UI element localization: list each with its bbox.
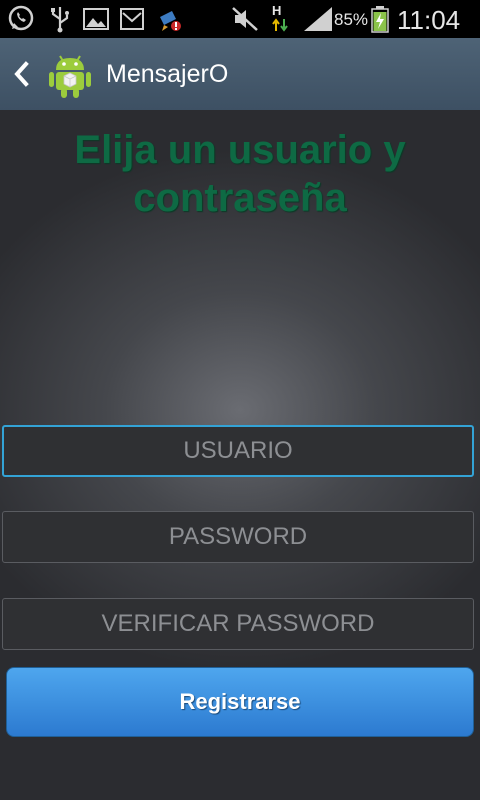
battery-charging-icon <box>371 6 389 33</box>
usb-icon <box>51 7 69 33</box>
signal-icon <box>304 7 332 31</box>
gallery-icon <box>83 8 109 30</box>
data-arrows-icon <box>272 18 288 32</box>
back-arrow-icon[interactable] <box>12 60 30 88</box>
form-heading: Elija un usuario y contraseña <box>74 128 406 220</box>
cleaner-icon <box>160 11 181 31</box>
verify-password-input[interactable] <box>2 598 474 650</box>
android-logo-icon[interactable] <box>46 50 94 100</box>
network-h-icon: H <box>272 3 282 18</box>
action-bar: MensajerO <box>0 38 480 112</box>
app-title: MensajerO <box>106 60 229 88</box>
password-input[interactable] <box>2 511 474 563</box>
username-input[interactable] <box>2 425 474 477</box>
status-bar: H 85% 11:04 <box>0 0 480 38</box>
registration-screen: Elija un usuario y contraseña Registrars… <box>0 110 480 800</box>
mute-icon <box>232 7 258 31</box>
battery-percent: 85% <box>334 10 369 29</box>
mail-icon <box>120 8 144 30</box>
whatsapp-icon <box>8 5 34 31</box>
register-button[interactable]: Registrarse <box>6 667 474 737</box>
clock: 11:04 <box>397 5 461 35</box>
